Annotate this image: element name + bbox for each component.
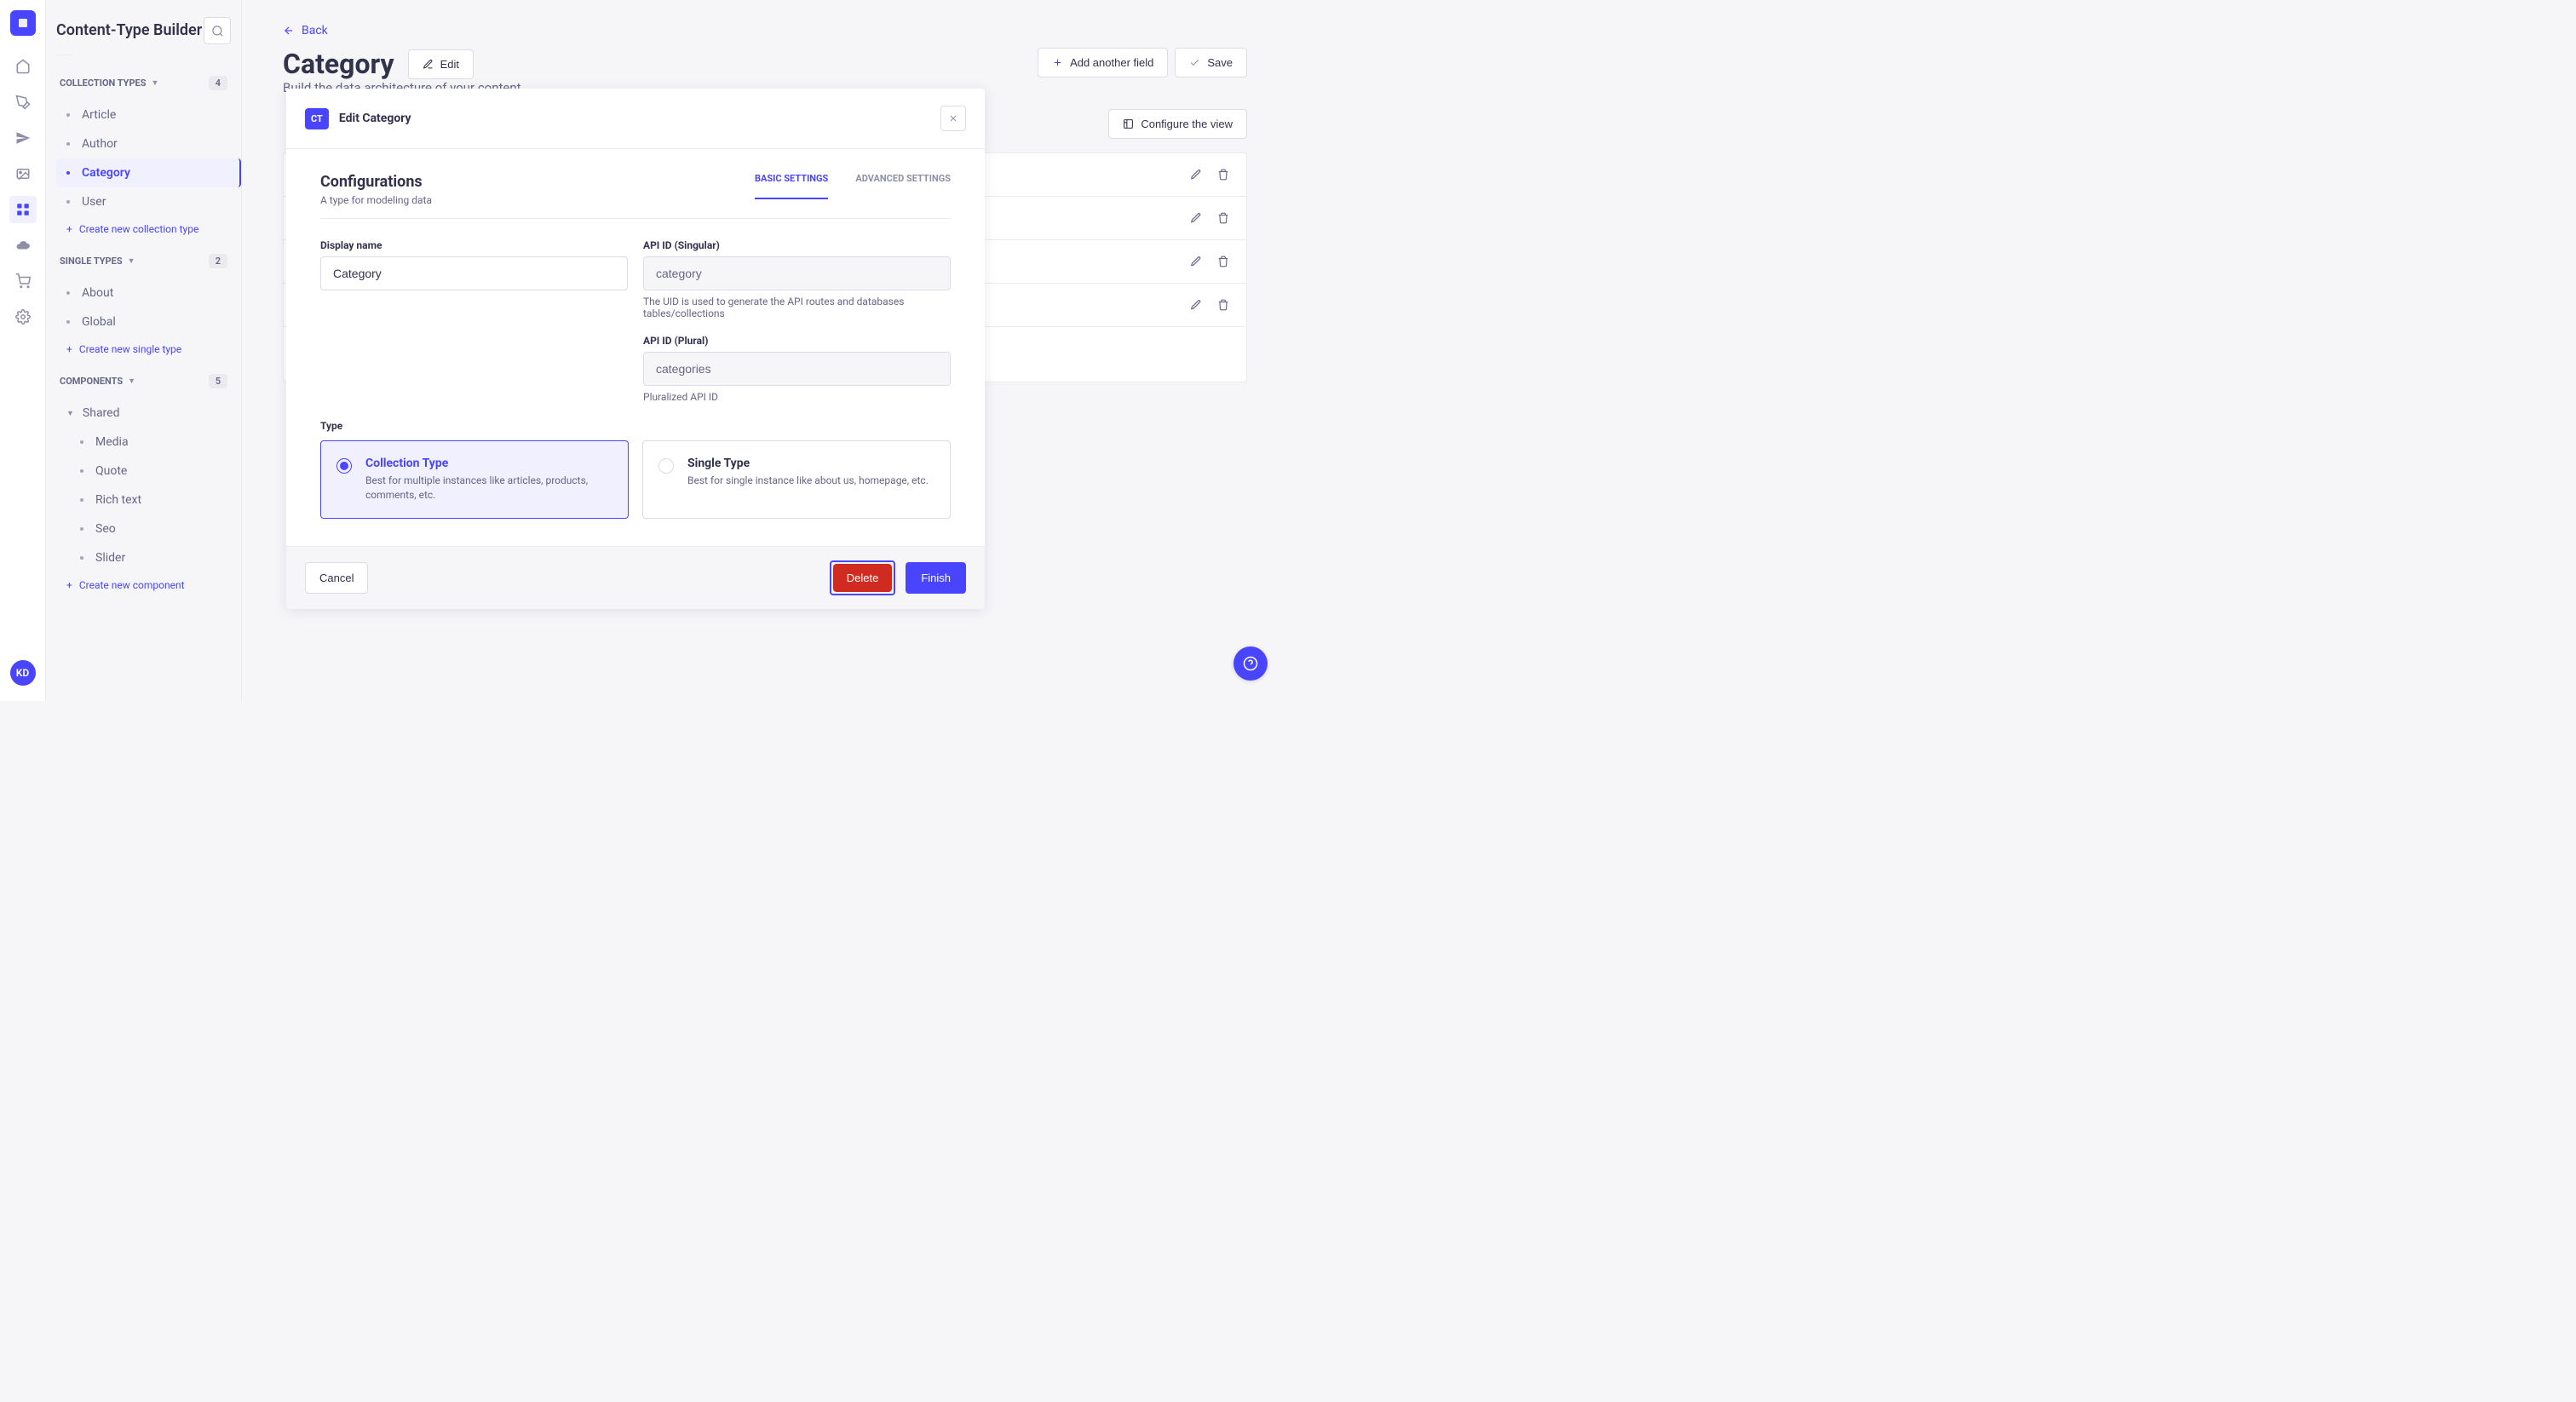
configure-view-button[interactable]: Configure the view <box>1108 109 1247 139</box>
display-name-label: Display name <box>320 239 628 251</box>
delete-highlight: Delete <box>830 560 896 595</box>
sidebar-item-global[interactable]: Global <box>56 307 231 336</box>
edit-icon[interactable] <box>1190 169 1202 181</box>
plus-icon: + <box>66 343 72 355</box>
logo[interactable] <box>10 10 36 36</box>
edit-button[interactable]: Edit <box>408 49 474 79</box>
chevron-down-icon: ▼ <box>152 78 159 88</box>
save-button[interactable]: Save <box>1175 48 1247 78</box>
back-link[interactable]: Back <box>283 24 1247 37</box>
chevron-down-icon: ▼ <box>128 256 135 266</box>
sidebar-item-author[interactable]: Author <box>56 129 231 158</box>
chevron-down-icon: ▼ <box>66 409 74 418</box>
component-item-media[interactable]: Media <box>56 428 231 457</box>
home-icon[interactable] <box>9 53 37 80</box>
api-plural-help: Pluralized API ID <box>643 391 951 403</box>
trash-icon[interactable] <box>1217 256 1229 267</box>
config-title: Configurations <box>320 173 432 191</box>
page-title: Category <box>283 48 394 80</box>
cancel-button[interactable]: Cancel <box>305 562 368 594</box>
settings-icon[interactable] <box>9 303 37 330</box>
trash-icon[interactable] <box>1217 212 1229 224</box>
api-plural-label: API ID (Plural) <box>643 335 951 347</box>
marketplace-icon[interactable] <box>9 267 37 295</box>
type-card-desc: Best for single instance like about us, … <box>687 474 934 488</box>
edit-icon[interactable] <box>1190 256 1202 267</box>
content-icon[interactable] <box>9 89 37 116</box>
ct-badge: CT <box>305 108 329 129</box>
type-card-title: Collection Type <box>365 457 612 470</box>
modal-title: Edit Category <box>339 112 411 125</box>
component-group-shared[interactable]: ▼ Shared <box>56 399 231 428</box>
type-card-title: Single Type <box>687 457 934 470</box>
add-field-button[interactable]: Add another field <box>1038 48 1168 78</box>
radio-icon <box>658 458 674 474</box>
cloud-icon[interactable] <box>9 232 37 259</box>
component-item-seo[interactable]: Seo <box>56 514 231 543</box>
api-singular-label: API ID (Singular) <box>643 239 951 251</box>
count-badge: 2 <box>209 254 227 268</box>
type-collection-card[interactable]: Collection Type Best for multiple instan… <box>320 440 629 519</box>
config-subtitle: A type for modeling data <box>320 194 432 218</box>
create-collection-type[interactable]: + Create new collection type <box>56 216 231 242</box>
builder-icon[interactable] <box>9 196 37 223</box>
section-single-types[interactable]: Single Types ▼ 2 <box>56 249 231 273</box>
close-button[interactable] <box>940 106 966 131</box>
chevron-down-icon: ▼ <box>128 376 135 386</box>
type-label: Type <box>320 420 951 432</box>
component-item-quote[interactable]: Quote <box>56 457 231 486</box>
edit-icon[interactable] <box>1190 212 1202 224</box>
api-singular-help: The UID is used to generate the API rout… <box>643 296 951 319</box>
plus-icon: + <box>66 223 72 235</box>
api-singular-input[interactable] <box>643 256 951 290</box>
count-badge: 5 <box>209 374 227 388</box>
component-item-slider[interactable]: Slider <box>56 543 231 572</box>
section-label: Collection Types <box>60 78 147 89</box>
api-plural-input[interactable] <box>643 352 951 386</box>
delete-button[interactable]: Delete <box>833 564 893 592</box>
help-fab[interactable] <box>1233 646 1268 681</box>
section-collection-types[interactable]: Collection Types ▼ 4 <box>56 71 231 95</box>
trash-icon[interactable] <box>1217 299 1229 311</box>
tab-basic-settings[interactable]: Basic Settings <box>755 173 828 199</box>
display-name-input[interactable] <box>320 256 628 290</box>
section-label: Components <box>60 376 123 387</box>
type-card-desc: Best for multiple instances like article… <box>365 474 612 503</box>
count-badge: 4 <box>209 76 227 90</box>
finish-button[interactable]: Finish <box>906 562 966 594</box>
send-icon[interactable] <box>9 124 37 152</box>
media-icon[interactable] <box>9 160 37 187</box>
plus-icon: + <box>66 579 72 591</box>
sidebar-item-category[interactable]: Category <box>56 158 241 187</box>
trash-icon[interactable] <box>1217 169 1229 181</box>
section-components[interactable]: Components ▼ 5 <box>56 369 231 394</box>
sidebar-item-article[interactable]: Article <box>56 101 231 129</box>
create-component[interactable]: + Create new component <box>56 572 231 598</box>
component-item-richtext[interactable]: Rich text <box>56 486 231 514</box>
section-label: Single Types <box>60 256 123 267</box>
icon-rail: KD <box>0 0 46 701</box>
radio-icon <box>336 458 352 474</box>
sidebar-title: Content-Type Builder <box>56 21 202 40</box>
avatar[interactable]: KD <box>10 660 36 686</box>
tab-advanced-settings[interactable]: Advanced Settings <box>855 173 951 199</box>
edit-modal: CT Edit Category Configurations A type f… <box>286 89 985 609</box>
create-single-type[interactable]: + Create new single type <box>56 336 231 362</box>
search-button[interactable] <box>204 17 231 44</box>
sidebar: Content-Type Builder Collection Types ▼ … <box>46 0 242 701</box>
sidebar-item-user[interactable]: User <box>56 187 231 216</box>
edit-icon[interactable] <box>1190 299 1202 311</box>
type-single-card[interactable]: Single Type Best for single instance lik… <box>642 440 951 519</box>
sidebar-item-about[interactable]: About <box>56 279 231 307</box>
